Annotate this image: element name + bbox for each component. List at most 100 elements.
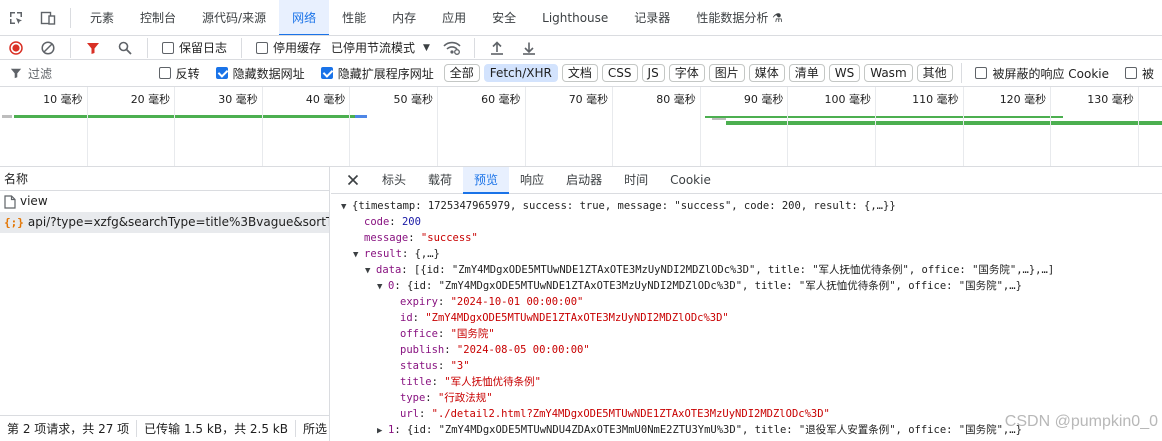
tree-row[interactable]: ▼ data: [{id: "ZmY4MDgxODE5MTUwNDE1ZTAxOT… [331,262,1162,278]
collapse-arrow-icon[interactable]: ▶ [377,423,388,438]
detail-tab-2[interactable]: 预览 [463,166,510,194]
detail-tab-1[interactable]: 载荷 [417,167,463,194]
device-toolbar-icon[interactable] [36,6,60,30]
expand-arrow-icon[interactable]: ▼ [341,199,352,214]
filter-chip[interactable]: Fetch/XHR [483,64,558,82]
record-icon[interactable] [4,36,28,59]
timeline-overview[interactable]: 10 毫秒 20 毫秒 30 毫秒 40 毫秒 50 毫秒 60 毫秒 70 毫秒 80 毫秒… [0,87,1162,167]
tree-key: type [400,392,426,404]
tab-7[interactable]: 安全 [479,0,529,35]
search-icon[interactable] [113,36,137,59]
request-row-xhr[interactable]: {;} api/?type=xzfg&searchType=title%3Bva… [0,212,329,233]
tab-2[interactable]: 源代码/来源 [189,0,279,35]
invert-checkbox[interactable]: 反转 [158,65,200,82]
filter-funnel-icon[interactable] [81,36,105,59]
chevron-down-icon: ▼ [423,42,430,53]
hide-data-urls-checkbox[interactable]: 隐藏数据网址 [215,65,305,82]
detail-tab-0[interactable]: 标头 [371,167,417,194]
tree-row: title: "军人抚恤优待条例" [331,374,1162,390]
document-icon [4,194,16,209]
more-filter-checkbox[interactable]: 被 [1124,65,1154,82]
tree-key: message [364,232,409,244]
tree-row: publish: "2024-08-05 00:00:00" [331,342,1162,358]
detail-tab-5[interactable]: 时间 [613,167,659,194]
filter-chip[interactable]: Wasm [864,64,913,82]
expand-arrow-icon[interactable]: ▼ [365,263,376,278]
tree-row: office: "国务院" [331,326,1162,342]
detail-tab-4[interactable]: 启动器 [555,167,613,194]
import-har-icon[interactable] [485,36,509,59]
timeline-tick-label: 70 毫秒 [568,93,609,106]
filter-chip[interactable]: 媒体 [748,64,785,82]
tree-value: "ZmY4MDgxODE5MTUwNDE1ZTAxOTE3MzUyNDI2MDZ… [425,312,729,324]
network-conditions-icon[interactable] [440,36,464,59]
inspect-element-icon[interactable] [4,6,28,30]
expand-arrow-icon[interactable]: ▼ [353,247,364,262]
tab-0[interactable]: 元素 [77,0,127,35]
checkbox-box-checked[interactable] [320,67,333,79]
tree-row[interactable]: ▼ {timestamp: 1725347965979, success: tru… [331,198,1162,214]
tree-row[interactable]: ▼ result: {,…} [331,246,1162,262]
tree-row: type: "行政法规" [331,390,1162,406]
checkbox-box[interactable] [1124,67,1137,79]
blocked-cookie-checkbox[interactable]: 被屏蔽的响应 Cookie [975,65,1109,82]
devtools-tab-bar: 元素 控制台 源代码/来源 网络 性能 内存 应用 安全 Lighthouse 记录器 性能数据分析… [0,0,1162,36]
tree-colon: : [437,328,451,340]
tree-value: "军人抚恤优待条例" [444,376,541,388]
request-row-doc[interactable]: view [0,191,329,212]
clear-icon[interactable] [36,36,60,59]
close-icon[interactable] [341,168,365,192]
filter-chip[interactable]: 图片 [708,64,745,82]
filter-chip[interactable]: CSS [601,64,638,82]
tree-key: expiry [400,296,438,308]
filter-input[interactable]: 过滤 [0,63,151,83]
tab-9[interactable]: 记录器 [621,0,683,35]
timeline-tick-label: 40 毫秒 [305,93,346,106]
tree-value: "国务院" [450,328,495,340]
disable-cache-checkbox[interactable]: 停用缓存 [256,39,321,56]
divider [241,37,243,58]
detail-tabs: 标头 载荷 预览 响应 启动器 时间 Cookie [371,166,722,194]
tab-6[interactable]: 应用 [429,0,479,35]
export-har-icon[interactable] [517,36,541,59]
filter-bar: 过滤 反转 隐藏数据网址 隐藏扩展程序网址 全部 Fetch/XHR 文档 CSS JS… [0,60,1162,87]
filter-chip[interactable]: 清单 [788,64,825,82]
throttling-select[interactable]: 已停用节流模式 ▼ [331,39,430,56]
filter-chip[interactable]: 字体 [668,64,705,82]
detail-tab-3[interactable]: 响应 [509,167,555,194]
tree-row[interactable]: ▼ 0: {id: "ZmY4MDgxODE5MTUwNDE1ZTAxOTE3Mz… [331,278,1162,294]
tree-colon: : [394,280,407,292]
filter-icon [10,67,22,79]
checkbox-box[interactable] [162,41,174,54]
tree-row: expiry: "2024-10-01 00:00:00" [331,294,1162,310]
tree-key: code [364,216,390,228]
checkbox-box[interactable] [975,67,988,79]
name-column-header[interactable]: 名称 [0,167,329,191]
tab-3[interactable]: 网络 [279,0,330,35]
checkbox-box[interactable] [256,41,269,54]
checkbox-box-checked[interactable] [215,67,228,79]
divider [147,37,148,58]
timeline-tick-label: 110 毫秒 [912,93,959,106]
timeline-tick: 40 毫秒 [263,87,351,166]
expand-arrow-icon[interactable]: ▼ [377,279,388,294]
filter-chip[interactable]: 其他 [916,64,953,82]
status-bar: 第 2 项请求，共 27 项 已传输 1.5 kB，共 2.5 kB 所选 [0,415,330,441]
hide-extension-urls-checkbox[interactable]: 隐藏扩展程序网址 [320,65,434,82]
tree-key: url [400,408,419,420]
timeline-tick: 10 毫秒 [0,87,88,166]
divider [70,37,71,58]
timeline-tick: 60 毫秒 [438,87,526,166]
preserve-log-checkbox[interactable]: 保留日志 [162,39,227,56]
tab-5[interactable]: 内存 [379,0,429,35]
filter-chip[interactable]: 全部 [443,64,480,82]
tab-4[interactable]: 性能 [329,0,379,35]
filter-chip[interactable]: WS [828,64,861,82]
tab-10[interactable]: 性能数据分析 ⚗ [683,0,796,35]
detail-tab-6[interactable]: Cookie [659,167,722,194]
filter-chip[interactable]: 文档 [561,64,598,82]
checkbox-box[interactable] [158,67,171,79]
tab-8[interactable]: Lighthouse [529,0,621,35]
tab-1[interactable]: 控制台 [127,0,189,35]
filter-chip[interactable]: JS [641,64,665,82]
